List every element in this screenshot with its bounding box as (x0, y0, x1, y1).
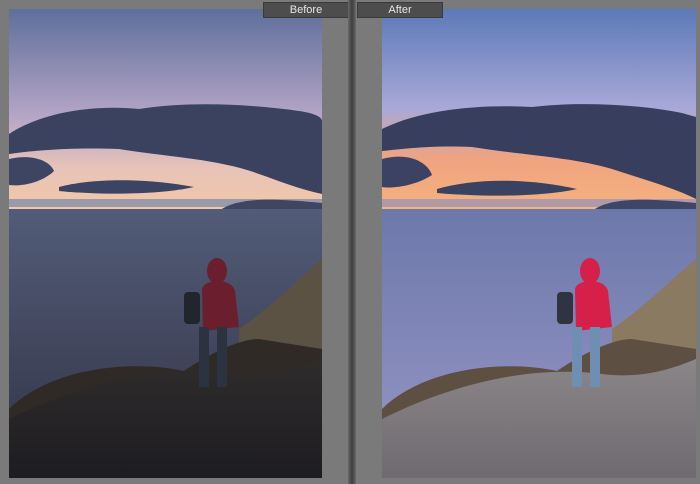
after-photo (382, 9, 696, 478)
split-divider[interactable] (348, 0, 356, 484)
after-photo-image (382, 9, 696, 478)
after-pane: After (356, 0, 700, 484)
before-photo (9, 9, 322, 478)
before-label: Before (263, 2, 349, 18)
before-photo-image (9, 9, 322, 478)
before-pane: Before (0, 0, 349, 484)
after-label: After (357, 2, 443, 18)
